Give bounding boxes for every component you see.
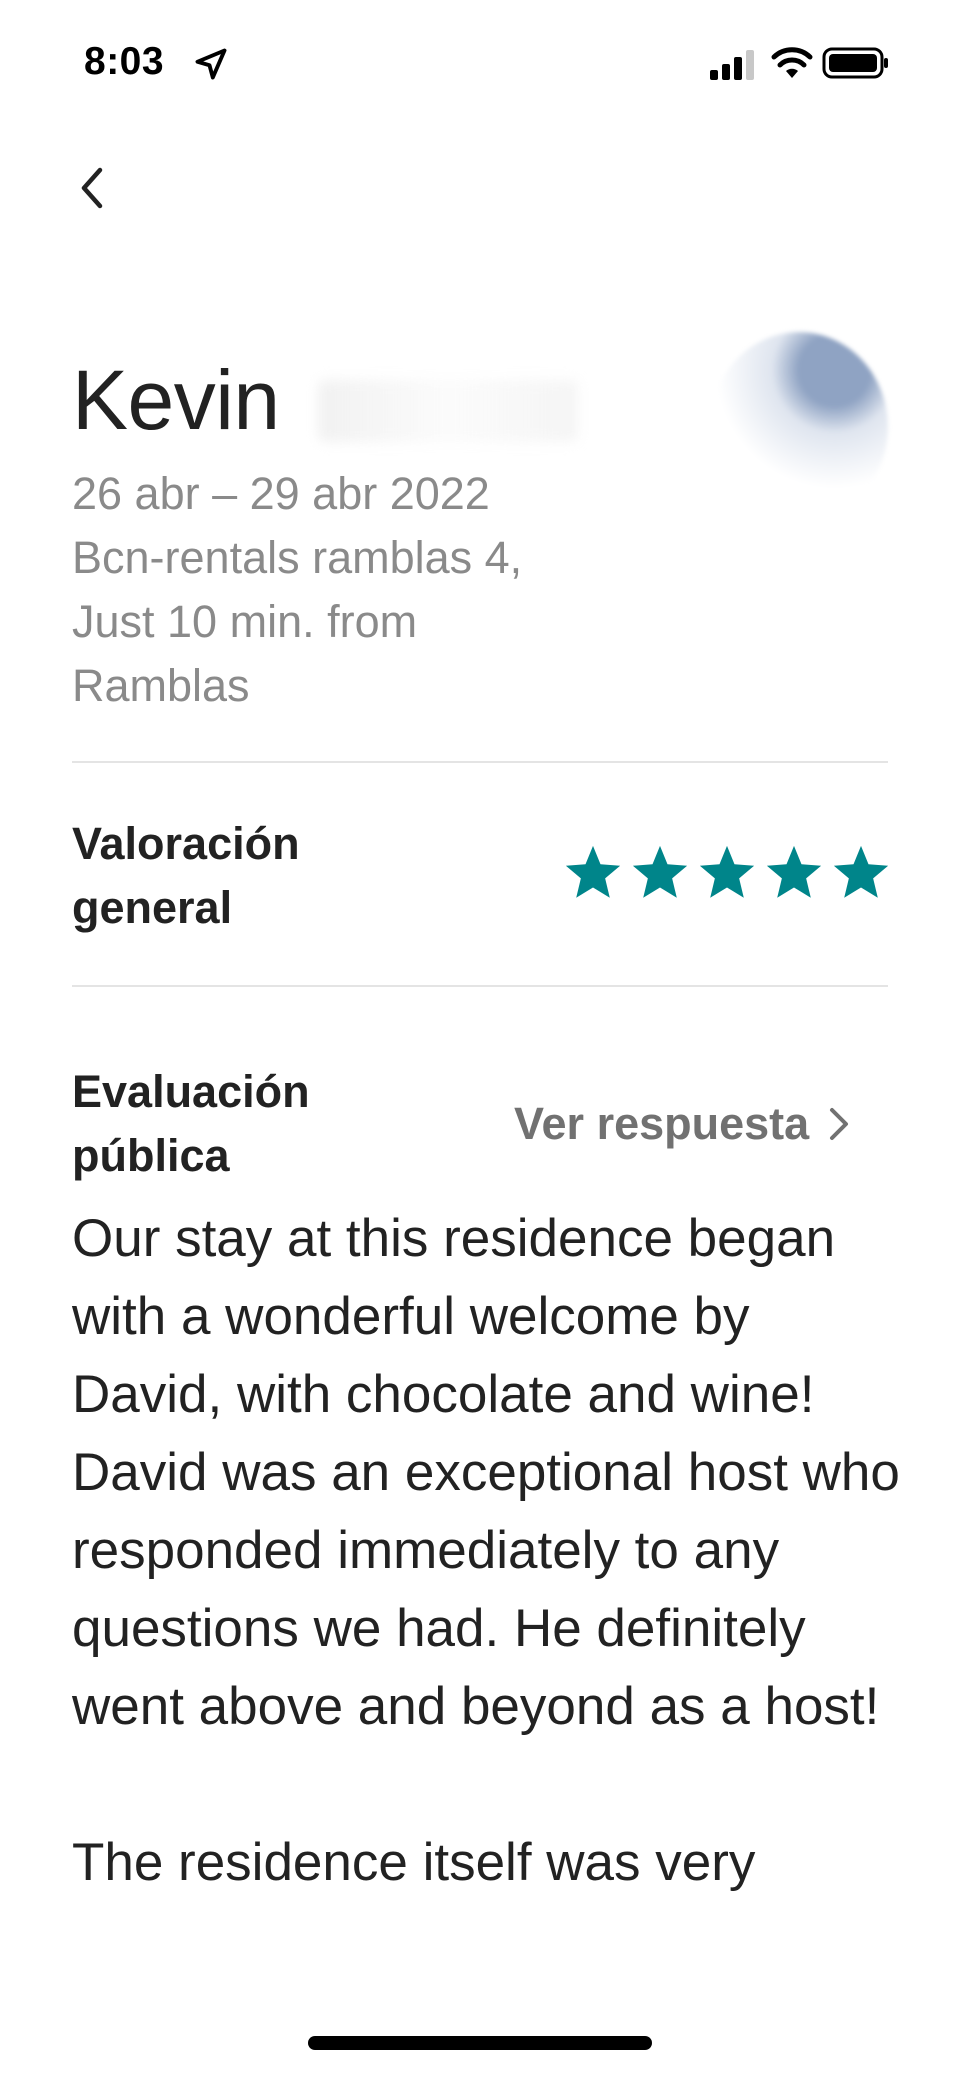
guest-name: Kevin [72,353,280,447]
wifi-icon [771,47,813,78]
status-bar: 8:03 [0,0,960,120]
status-time: 8:03 [84,40,165,83]
location-arrow-icon [195,48,227,80]
home-indicator[interactable] [308,2036,652,2050]
star-icon [833,845,889,898]
redacted-surname [318,380,578,442]
overall-rating-label-line-2: general [72,882,233,933]
review-paragraph-1: Our stay at this residence began with a … [72,1209,900,1736]
star-icon [699,845,755,898]
overall-rating-stars [562,842,892,908]
view-response-link[interactable]: Ver respuesta [514,1094,851,1154]
star-icon [565,845,621,898]
public-review-label-line-2: pública [72,1130,230,1181]
overall-rating-label-line-1: Valoración [72,818,300,869]
divider [72,761,888,763]
stay-dates: 26 abr – 29 abr 2022 [72,468,490,519]
cellular-signal-icon [710,50,754,80]
review-paragraph-2: The residence itself was very [72,1833,756,1892]
divider [72,985,888,987]
back-button[interactable] [68,160,120,216]
star-icon [632,845,688,898]
star-icon [766,845,822,898]
guest-avatar[interactable] [710,332,888,522]
listing-name-line-3: Ramblas [72,660,250,711]
overall-rating-label: Valoración general [72,812,412,940]
view-response-label: Ver respuesta [514,1098,810,1149]
battery-icon [822,47,888,79]
review-text: Our stay at this residence began with a … [72,1200,902,1980]
public-review-label-line-1: Evaluación [72,1066,310,1117]
review-detail-screen: 8:03 Kevin 26 abr – 29 abr 2022 Bcn-rent… [0,0,960,2078]
public-review-label: Evaluación pública [72,1060,412,1188]
chevron-right-icon [830,1108,849,1140]
listing-name-line-2: Just 10 min. from [72,596,418,647]
listing-name-line-1: Bcn-rentals ramblas 4, [72,532,523,583]
